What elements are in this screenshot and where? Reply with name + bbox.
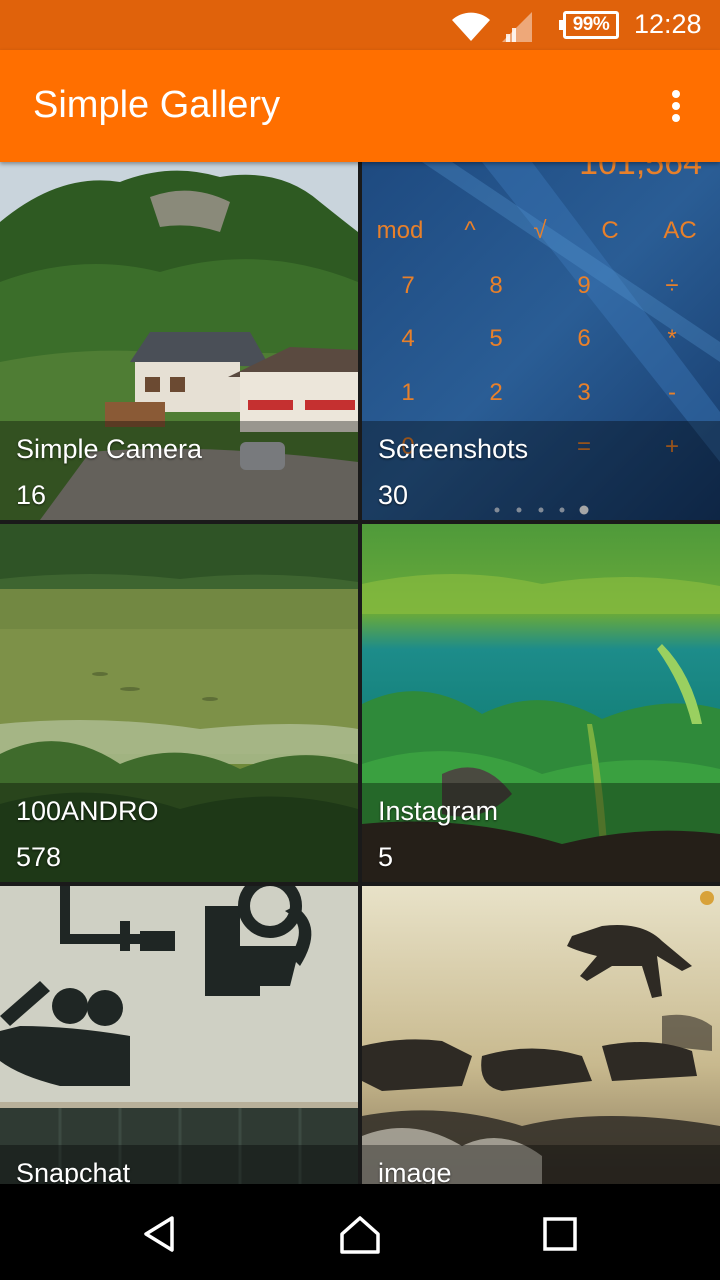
calc-key: C <box>601 217 618 244</box>
calc-key: 7 <box>401 272 414 299</box>
more-options-button[interactable] <box>656 80 696 132</box>
back-icon[interactable] <box>138 1212 182 1256</box>
album-name: Simple Camera <box>16 434 203 464</box>
wifi-icon <box>452 12 490 41</box>
album-count: 16 <box>16 480 47 510</box>
calc-key: 2 <box>489 379 502 406</box>
album-name: Screenshots <box>378 434 529 464</box>
calc-key: 5 <box>489 325 502 352</box>
album-count: 5 <box>378 842 394 872</box>
signal-icon <box>502 12 532 42</box>
home-icon[interactable] <box>338 1212 382 1256</box>
more-vert-icon-dot <box>672 114 680 122</box>
battery-percent: 99% <box>572 14 610 35</box>
album-tile[interactable]: Instagram 5 <box>362 524 720 882</box>
calc-key: mod <box>377 217 424 244</box>
album-name: image <box>378 1158 452 1184</box>
calc-key: 4 <box>401 325 414 352</box>
calc-key: √ <box>533 217 547 244</box>
calc-key: 6 <box>577 325 590 352</box>
status-bar: 99% 12:28 <box>0 0 720 50</box>
album-name: Instagram <box>378 796 499 826</box>
album-count: 30 <box>378 480 409 510</box>
calc-key: AC <box>663 217 696 244</box>
album-tile[interactable]: image <box>362 886 720 1184</box>
calc-key: - <box>668 379 676 406</box>
calc-key: ÷ <box>665 272 678 299</box>
calc-key: 8 <box>489 272 502 299</box>
calc-key: 9 <box>577 272 590 299</box>
battery-icon: 99% <box>559 11 619 39</box>
album-tile[interactable]: 100ANDRO 578 <box>0 524 358 882</box>
calc-key: 1 <box>401 379 414 406</box>
navigation-bar <box>0 1184 720 1280</box>
album-name: 100ANDRO <box>16 796 159 826</box>
album-thumbnail <box>362 886 720 1184</box>
app-bar: Simple Gallery <box>0 50 720 162</box>
album-tile[interactable]: Simple Camera 16 <box>0 162 358 520</box>
album-tile[interactable]: Snapchat <box>0 886 358 1184</box>
app-title: Simple Gallery <box>33 84 281 126</box>
album-grid: Simple Camera 16 101,564 mod ^ √ C AC 7 … <box>0 162 720 1184</box>
calculator-display: 101,564 <box>579 162 702 182</box>
album-tile[interactable]: 101,564 mod ^ √ C AC 7 8 9 ÷ 4 5 6 * 1 2… <box>362 162 720 520</box>
clock: 12:28 <box>634 9 702 39</box>
album-thumbnail <box>0 886 358 1184</box>
album-count: 578 <box>16 842 62 872</box>
recents-icon[interactable] <box>538 1212 582 1256</box>
calc-key: ^ <box>464 217 476 244</box>
more-vert-icon <box>672 90 680 98</box>
album-name: Snapchat <box>16 1158 131 1184</box>
calc-key: * <box>667 325 676 352</box>
more-vert-icon-dot <box>672 102 680 110</box>
calc-key: 3 <box>577 379 590 406</box>
